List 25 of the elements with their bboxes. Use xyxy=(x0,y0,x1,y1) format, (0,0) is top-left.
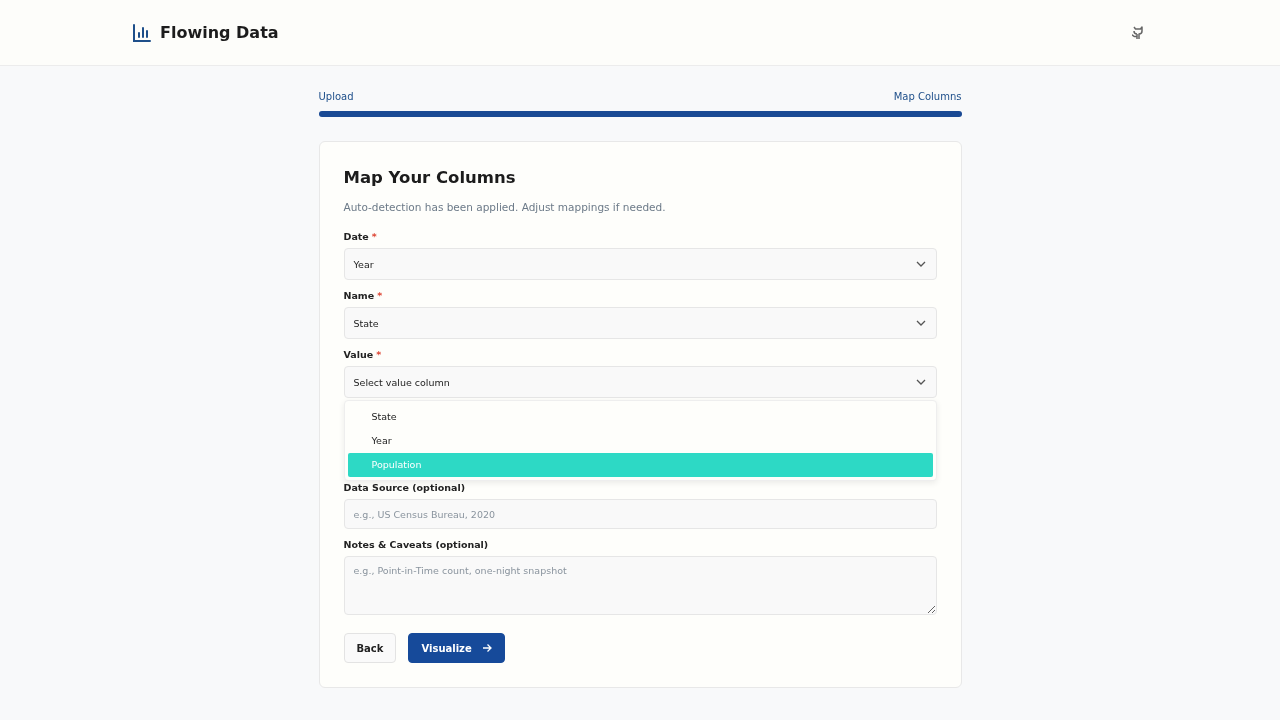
field-label: Value * xyxy=(343,349,383,360)
card-title: Map Your Columns xyxy=(343,168,517,187)
chevron-icon xyxy=(915,261,926,267)
field-label: Name * xyxy=(343,290,384,301)
field-label: Date * xyxy=(343,231,378,242)
bar-chart-icon xyxy=(132,22,152,43)
select-field[interactable]: State xyxy=(343,307,937,339)
arrow-right-icon xyxy=(481,643,492,653)
dropdown-option[interactable]: State xyxy=(347,405,933,429)
card-subtitle: Auto-detection has been applied. Adjust mappings if needed. xyxy=(343,201,667,213)
field-label: Data Source (optional) xyxy=(343,482,467,493)
input-field[interactable]: e.g., US Census Bureau, 2020 xyxy=(343,499,937,529)
step-label: Map Columns xyxy=(893,91,962,102)
dropdown-option[interactable]: Year xyxy=(347,429,933,453)
app-title: Flowing Data xyxy=(160,23,279,42)
chevron-icon xyxy=(915,379,926,385)
visualize-button[interactable]: Visualize xyxy=(408,633,505,663)
field-label: Notes & Caveats (optional) xyxy=(343,539,490,550)
step-label: Upload xyxy=(318,91,354,102)
select-field[interactable]: Year xyxy=(343,248,937,280)
github-icon[interactable] xyxy=(1130,24,1146,41)
textarea-field[interactable]: e.g., Point-in-Time count, one-night snapshot xyxy=(343,556,937,615)
back-button[interactable]: Back xyxy=(343,633,397,663)
select-field[interactable]: Select value column xyxy=(343,366,937,398)
chevron-icon xyxy=(915,320,926,326)
